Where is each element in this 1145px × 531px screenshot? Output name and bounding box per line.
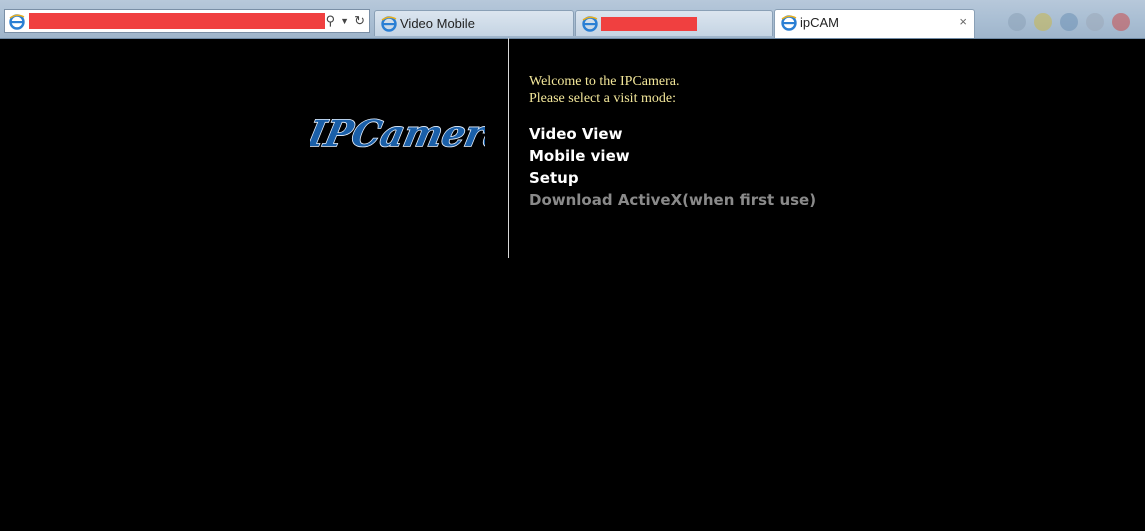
redacted-tab-title <box>601 17 697 31</box>
logo-text: IPCamera <box>310 112 485 155</box>
welcome-line: Welcome to the IPCamera. <box>529 74 680 89</box>
instruction-line: Please select a visit mode: <box>529 91 676 106</box>
home-icon[interactable] <box>1008 13 1026 31</box>
visit-mode-menu: Video View Mobile view Setup Download Ac… <box>529 123 816 211</box>
setup-link[interactable]: Setup <box>529 167 816 189</box>
tab-redacted[interactable] <box>575 10 773 36</box>
ie-page-icon <box>9 14 25 30</box>
tab-ipcam[interactable]: ipCAM × <box>774 9 975 38</box>
browser-chrome: ⚲ ▼ ↻ Video Mobile ipCAM × <box>0 0 1145 39</box>
mobile-view-link[interactable]: Mobile view <box>529 145 816 167</box>
toolbar-icons <box>1008 10 1130 34</box>
tab-video-mobile[interactable]: Video Mobile <box>374 10 574 36</box>
tools-icon[interactable] <box>1060 13 1078 31</box>
ie-page-icon <box>781 15 797 31</box>
close-tab-icon[interactable]: × <box>959 14 967 29</box>
settings-icon[interactable] <box>1086 13 1104 31</box>
refresh-icon[interactable]: ↻ <box>354 13 365 29</box>
addon-icon[interactable] <box>1112 13 1130 31</box>
ie-page-icon <box>582 16 598 32</box>
redacted-url <box>29 13 325 29</box>
dropdown-arrow-icon[interactable]: ▼ <box>340 16 349 26</box>
ipcamera-logo: IPCamera <box>302 108 513 161</box>
search-icon[interactable]: ⚲ <box>326 13 336 29</box>
tab-label: Video Mobile <box>400 16 475 31</box>
address-bar[interactable]: ⚲ ▼ ↻ <box>4 9 370 33</box>
tab-label: ipCAM <box>800 15 840 30</box>
ie-page-icon <box>381 16 397 32</box>
welcome-message: Welcome to the IPCamera. Please select a… <box>529 73 680 107</box>
video-view-link[interactable]: Video View <box>529 123 816 145</box>
download-activex-link[interactable]: Download ActiveX(when first use) <box>529 189 816 211</box>
favorites-icon[interactable] <box>1034 13 1052 31</box>
vertical-divider <box>508 38 509 258</box>
